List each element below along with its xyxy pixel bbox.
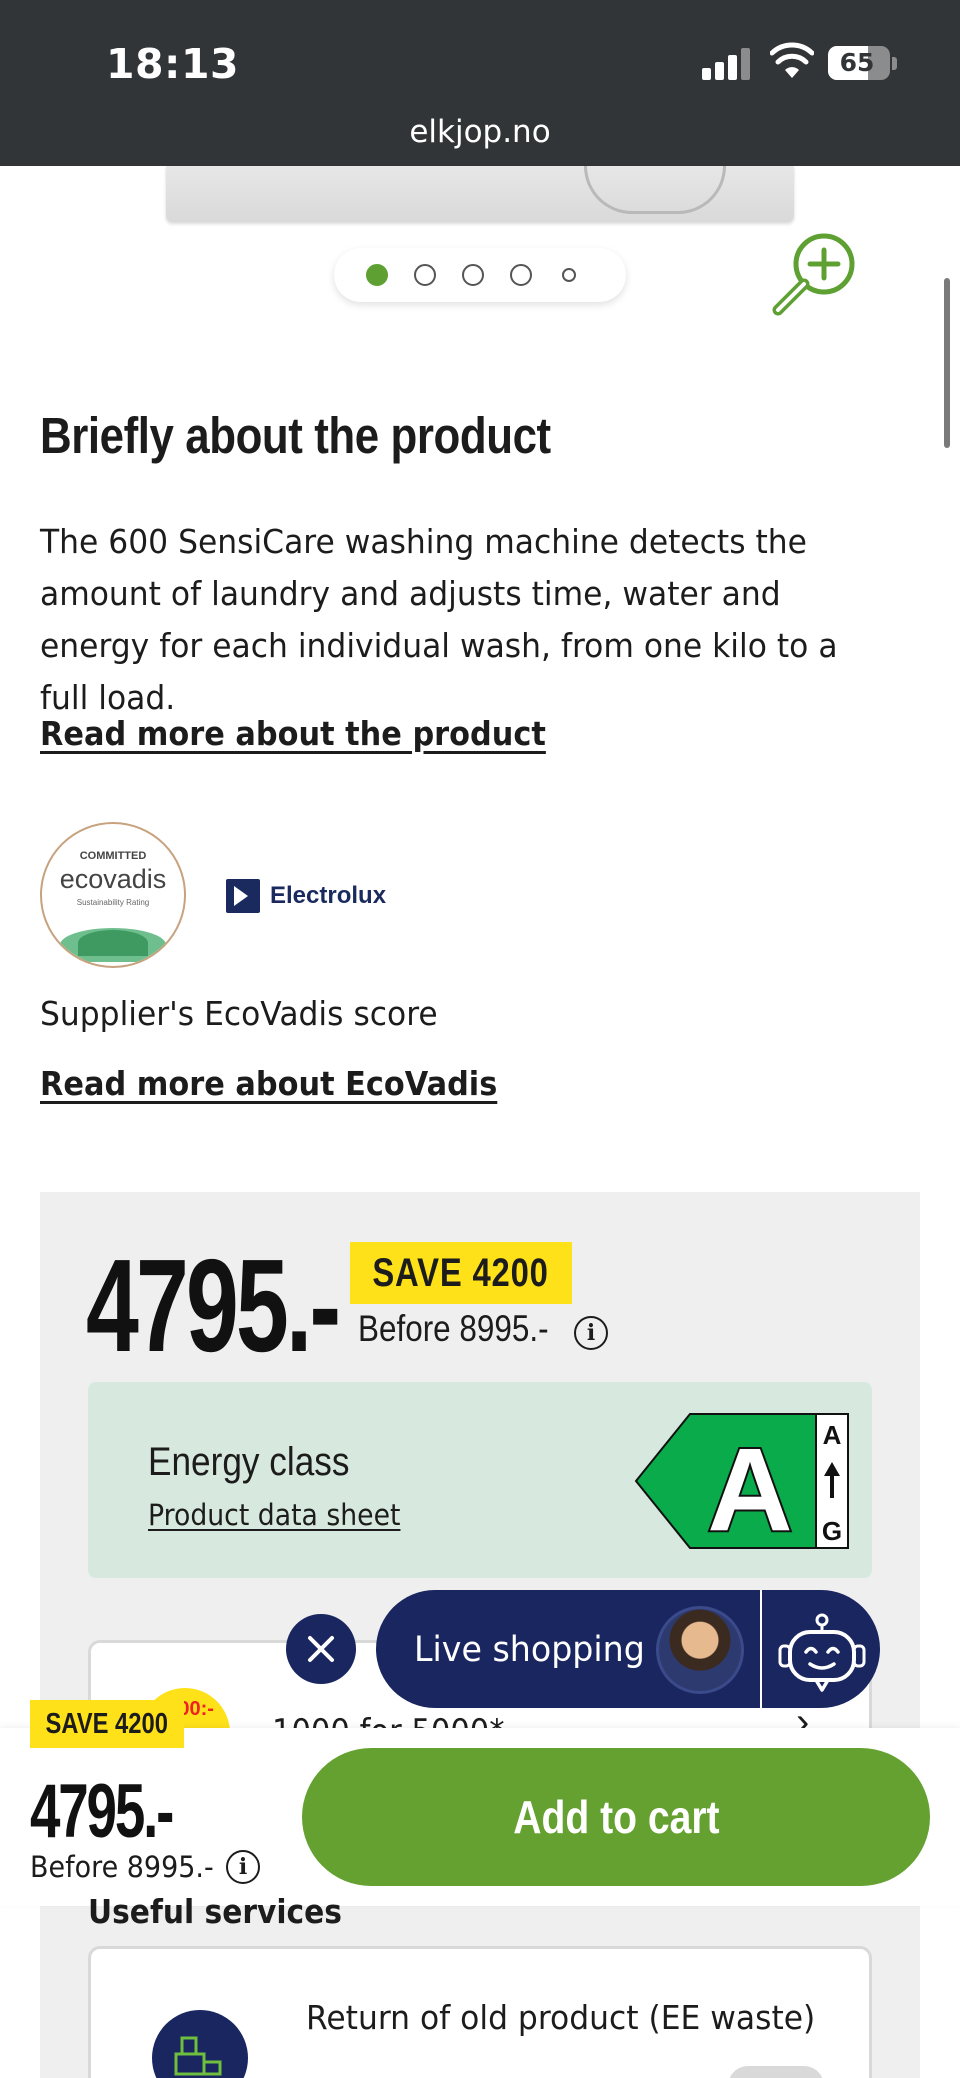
- battery-icon: 65: [828, 46, 890, 80]
- section-heading: Briefly about the product: [40, 407, 551, 464]
- gallery-dot-2[interactable]: [414, 264, 436, 286]
- cellular-signal-icon: [702, 46, 750, 80]
- ecovadis-score-label: Supplier's EcoVadis score: [40, 994, 438, 1033]
- energy-label-icon[interactable]: A A G: [632, 1412, 850, 1550]
- ecovadis-leaf-inner: [78, 930, 148, 956]
- svg-text:A: A: [707, 1424, 792, 1550]
- useful-services-heading: Useful services: [88, 1892, 342, 1931]
- chatbot-icon[interactable]: [776, 1612, 868, 1698]
- live-divider: [760, 1590, 762, 1708]
- gallery-pagination: [334, 248, 626, 302]
- avatar: [656, 1606, 744, 1694]
- sticky-save-badge: SAVE 4200: [30, 1700, 184, 1748]
- gallery-dot-4[interactable]: [510, 264, 532, 286]
- zoom-in-icon[interactable]: [768, 230, 858, 316]
- read-more-ecovadis-link[interactable]: Read more about EcoVadis: [40, 1064, 497, 1103]
- wifi-icon: [770, 42, 814, 78]
- price: 4795.-: [86, 1232, 341, 1379]
- supplier-brand: Electrolux: [270, 882, 387, 909]
- close-live-button[interactable]: [286, 1614, 356, 1684]
- product-description: The 600 SensiCare washing machine detect…: [40, 522, 838, 717]
- electrolux-mark-icon: [226, 879, 260, 913]
- live-shopping-label: Live shopping: [414, 1630, 645, 1670]
- gallery-dot-1[interactable]: [366, 264, 388, 286]
- clock: 18:13: [106, 40, 240, 88]
- sticky-price: 4795.-: [30, 1769, 174, 1854]
- scrollbar[interactable]: [944, 278, 950, 448]
- gallery-dot-5[interactable]: [562, 268, 576, 282]
- read-more-product-link[interactable]: Read more about the product: [40, 714, 546, 753]
- product-data-sheet-link[interactable]: Product data sheet: [148, 1498, 400, 1532]
- energy-class-title: Energy class: [148, 1440, 350, 1484]
- save-badge: SAVE 4200: [350, 1242, 572, 1304]
- add-to-cart-button[interactable]: Add to cart: [302, 1748, 930, 1886]
- before-price: Before 8995.-: [358, 1308, 549, 1349]
- ecovadis-badge-brand: ecovadis: [59, 864, 167, 894]
- ecovadis-badge-top: COMMITTED: [79, 850, 147, 862]
- address-bar[interactable]: elkjop.no: [0, 114, 960, 150]
- electrolux-logo: Electrolux: [226, 876, 386, 916]
- info-icon[interactable]: i: [574, 1316, 608, 1350]
- svg-text:G: G: [822, 1516, 842, 1546]
- sticky-info-icon[interactable]: i: [226, 1850, 260, 1884]
- sticky-before-price: Before 8995.-: [30, 1850, 214, 1884]
- gallery-dot-3[interactable]: [462, 264, 484, 286]
- ecovadis-badge-sub: Sustainability Rating: [76, 898, 150, 907]
- svg-text:A: A: [823, 1420, 842, 1450]
- battery-nub: [892, 57, 897, 70]
- ecovadis-badge[interactable]: COMMITTED ecovadis Sustainability Rating: [40, 822, 186, 968]
- service-toggle[interactable]: [728, 2066, 824, 2078]
- service-label: Return of old product (EE waste): [306, 1998, 816, 2037]
